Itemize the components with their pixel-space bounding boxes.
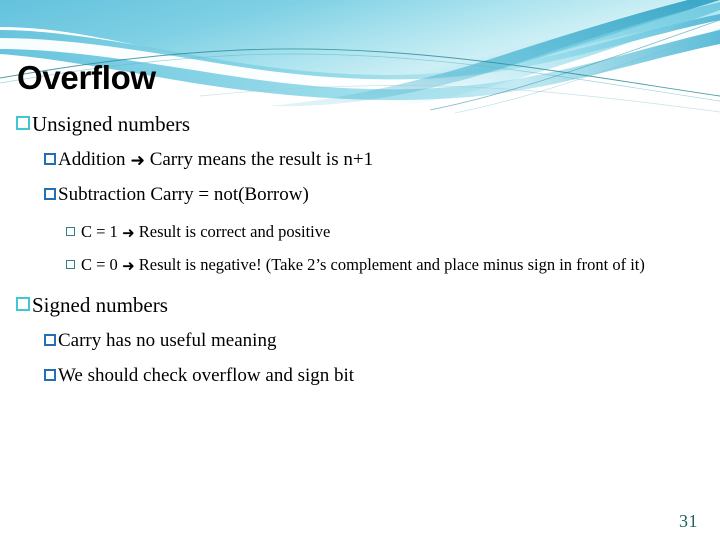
bullet-item-subtraction: Subtraction Carry = not(Borrow) <box>0 182 720 208</box>
hollow-square-bullet-icon <box>16 116 30 130</box>
hollow-square-bullet-icon <box>44 334 56 346</box>
page-title: Overflow <box>17 59 156 96</box>
hollow-square-bullet-icon <box>16 297 30 311</box>
bullet-text-before-arrow: C = 1 <box>81 222 122 241</box>
hollow-square-bullet-icon <box>44 369 56 381</box>
bullet-label: C = 0 ➜ Result is negative! (Take 2’s co… <box>81 253 720 277</box>
bullet-label: Signed numbers <box>32 293 168 317</box>
bullet-item-addition: Addition ➜ Carry means the result is n+1 <box>0 147 720 173</box>
slide-page-number: 31 <box>679 511 698 531</box>
bullet-item-carry-equals-one: C = 1 ➜ Result is correct and positive <box>0 220 720 244</box>
bullet-text-before-arrow: Addition <box>58 149 131 170</box>
hollow-square-bullet-icon <box>66 260 75 269</box>
bullet-text-before-arrow: C = 0 <box>81 255 122 274</box>
hollow-square-bullet-icon <box>44 153 56 165</box>
bullet-label: Unsigned numbers <box>32 112 191 136</box>
bullet-label: C = 1 ➜ Result is correct and positive <box>81 220 720 244</box>
bullet-label: Addition ➜ Carry means the result is n+1 <box>58 147 720 173</box>
right-arrow-icon: ➜ <box>130 151 145 171</box>
hollow-square-bullet-icon <box>44 188 56 200</box>
bullet-text-after-arrow: Result is negative! (Take 2’s complement… <box>134 255 645 274</box>
right-arrow-icon: ➜ <box>121 224 135 242</box>
bullet-item-unsigned-numbers: Unsigned numbers <box>0 110 720 138</box>
slide-body: Unsigned numbers Addition ➜ Carry means … <box>0 110 720 390</box>
bullet-label: Subtraction Carry = not(Borrow) <box>58 184 309 205</box>
bullet-label: We should check overflow and sign bit <box>58 365 355 386</box>
hollow-square-bullet-icon <box>66 227 75 236</box>
bullet-text-after-arrow: Carry means the result is n+1 <box>144 149 374 170</box>
bullet-text-after-arrow: Result is correct and positive <box>134 222 331 241</box>
slide-canvas: Overflow Unsigned numbers Addition ➜ Car… <box>0 0 720 540</box>
right-arrow-icon: ➜ <box>121 257 135 275</box>
bullet-item-carry-no-meaning: Carry has no useful meaning <box>0 328 720 354</box>
bullet-label: Carry has no useful meaning <box>58 330 277 351</box>
bullet-item-check-overflow: We should check overflow and sign bit <box>0 363 720 389</box>
bullet-item-carry-equals-zero: C = 0 ➜ Result is negative! (Take 2’s co… <box>0 253 720 277</box>
bullet-item-signed-numbers: Signed numbers <box>0 291 720 319</box>
